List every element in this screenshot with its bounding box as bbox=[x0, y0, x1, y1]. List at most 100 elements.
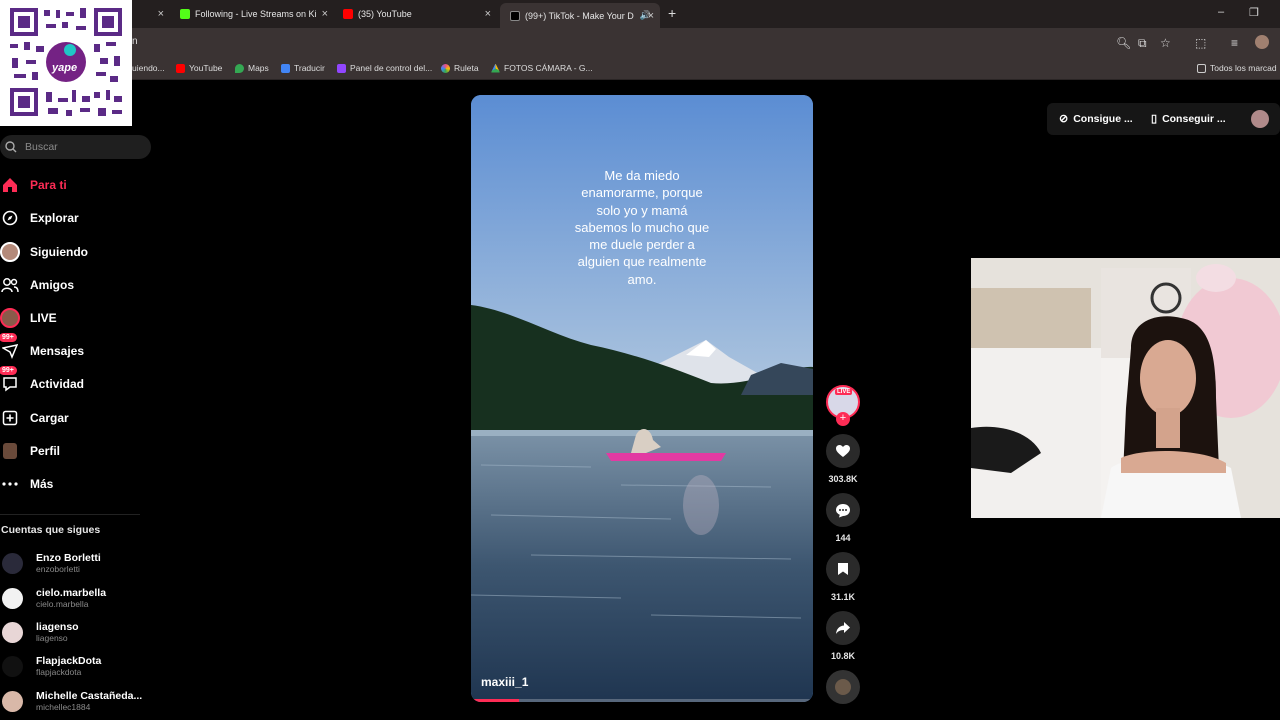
share-button[interactable]: 10.8K bbox=[826, 611, 860, 661]
browser-tabbar: × Following - Live Streams on Ki × (35) … bbox=[0, 0, 1280, 28]
get-app-label: Conseguir ... bbox=[1162, 112, 1226, 125]
followed-account[interactable]: liagenso liagenso bbox=[2, 618, 79, 646]
account-handle: cielo.marbella bbox=[36, 599, 89, 609]
sidebar-item-cargar[interactable]: Cargar bbox=[0, 406, 69, 430]
followed-account[interactable]: Michelle Castañeda... michellec1884 bbox=[2, 687, 142, 715]
top-right-toolbar: ⊘ Consigue ... ▯ Conseguir ... bbox=[1047, 103, 1280, 135]
tiktok-icon bbox=[510, 10, 520, 21]
bookmark-item[interactable]: uiendo... bbox=[132, 63, 165, 73]
sidebar-item-live[interactable]: LIVE bbox=[0, 306, 57, 330]
more-icon bbox=[0, 474, 20, 494]
sidebar-item-explorar[interactable]: Explorar bbox=[0, 206, 79, 230]
webcam-overlay bbox=[971, 258, 1280, 518]
bookmark-item[interactable]: FOTOS CÁMARA - G... bbox=[491, 63, 593, 73]
coin-icon: ⊘ bbox=[1059, 113, 1069, 125]
tab-close-icon[interactable]: × bbox=[648, 10, 654, 22]
creator-avatar-live[interactable]: LIVE + bbox=[826, 385, 860, 426]
tab-close-icon[interactable]: × bbox=[485, 8, 491, 20]
sidebar-item-label: Amigos bbox=[30, 278, 75, 292]
bookmark-label: Maps bbox=[248, 63, 269, 73]
sidebar-item-para-ti[interactable]: Para ti bbox=[0, 173, 67, 197]
bookmark-label: FOTOS CÁMARA - G... bbox=[504, 63, 593, 73]
sidebar-item-actividad[interactable]: 99+ Actividad bbox=[0, 366, 84, 396]
profile-avatar-icon[interactable] bbox=[1255, 35, 1269, 49]
followed-account[interactable]: cielo.marbella cielo.marbella bbox=[2, 584, 106, 612]
live-avatar-icon bbox=[0, 308, 20, 328]
kick-icon bbox=[180, 9, 190, 19]
upload-icon bbox=[0, 408, 20, 428]
save-button[interactable]: 31.1K bbox=[826, 552, 860, 602]
bookmark-item[interactable]: YouTube bbox=[176, 63, 222, 73]
profile-icon bbox=[0, 441, 20, 461]
avatar bbox=[2, 690, 23, 712]
install-app-icon[interactable]: ⧉ bbox=[1138, 36, 1147, 51]
search-input[interactable]: Buscar bbox=[0, 135, 151, 159]
yape-logo-text: yape bbox=[52, 62, 78, 74]
bookmark-item[interactable]: Maps bbox=[235, 63, 269, 73]
following-avatar-icon bbox=[0, 242, 20, 262]
extensions-icon[interactable]: ⬚ bbox=[1195, 36, 1206, 50]
video-progress-bar[interactable] bbox=[471, 699, 813, 702]
video-player[interactable]: Me da miedo enamorarme, porque solo yo y… bbox=[471, 95, 813, 702]
tab-close-icon[interactable]: × bbox=[322, 8, 328, 20]
reading-list-icon[interactable]: ≡ bbox=[1231, 36, 1238, 50]
zoom-icon[interactable]: 🔍︎ bbox=[1116, 36, 1131, 50]
account-name: Michelle Castañeda... bbox=[36, 690, 143, 702]
bookmark-item[interactable]: Panel de control del... bbox=[337, 63, 432, 73]
tab-kick[interactable]: Following - Live Streams on Ki × bbox=[180, 4, 328, 24]
following-accounts-title: Cuentas que sigues bbox=[1, 524, 101, 536]
tab-youtube[interactable]: (35) YouTube × bbox=[343, 4, 491, 24]
get-coins-button[interactable]: ⊘ Consigue ... bbox=[1059, 112, 1133, 126]
tab-1[interactable]: × bbox=[144, 4, 164, 24]
like-button[interactable]: 303.8K bbox=[826, 434, 860, 484]
follow-plus-button[interactable]: + bbox=[836, 412, 850, 426]
sidebar-item-label: Cargar bbox=[30, 411, 69, 425]
wheel-icon bbox=[441, 63, 450, 73]
sidebar-item-label: Para ti bbox=[30, 178, 67, 192]
new-tab-button[interactable]: + bbox=[668, 5, 676, 21]
sidebar-item-mas[interactable]: Más bbox=[0, 472, 53, 496]
notification-badge: 99+ bbox=[0, 333, 17, 342]
tab-title: Following - Live Streams on Ki bbox=[195, 9, 317, 19]
bookmark-label: Panel de control del... bbox=[350, 63, 433, 73]
account-handle: michellec1884 bbox=[36, 702, 91, 712]
restore-button[interactable]: ❐ bbox=[1249, 6, 1259, 19]
get-app-button[interactable]: ▯ Conseguir ... bbox=[1151, 112, 1226, 126]
video-author[interactable]: maxiii_1 bbox=[481, 675, 528, 689]
share-count: 10.8K bbox=[830, 651, 856, 661]
sidebar-item-mensajes[interactable]: 99+ Mensajes bbox=[0, 333, 85, 363]
bookmark-item[interactable]: Ruleta bbox=[441, 63, 479, 73]
share-icon bbox=[826, 611, 860, 645]
sidebar-item-amigos[interactable]: Amigos bbox=[0, 273, 74, 297]
bookmarks-bar: uiendo... YouTube Maps Traducir Panel de… bbox=[0, 58, 1280, 80]
all-bookmarks-label: Todos los marcad bbox=[1210, 63, 1277, 73]
all-bookmarks[interactable]: Todos los marcad bbox=[1197, 63, 1277, 73]
tab-tiktok[interactable]: (99+) TikTok - Make Your D 🔊 × bbox=[500, 3, 660, 28]
bookmark-star-icon[interactable]: ☆ bbox=[1160, 36, 1171, 50]
tab-title: (99+) TikTok - Make Your D bbox=[525, 10, 634, 21]
user-avatar[interactable] bbox=[1251, 110, 1269, 128]
folder-icon bbox=[1197, 63, 1206, 73]
bookmark-item[interactable]: Traducir bbox=[281, 63, 325, 73]
address-bar[interactable]: n 🔍︎ ⧉ ☆ ⬚ ≡ bbox=[0, 28, 1280, 58]
tab-close-icon[interactable]: × bbox=[158, 8, 164, 20]
search-icon bbox=[5, 141, 17, 153]
comment-icon bbox=[826, 493, 860, 527]
like-count: 303.8K bbox=[828, 474, 858, 484]
followed-account[interactable]: Enzo Borletti enzoborletti bbox=[2, 549, 101, 577]
sidebar-item-perfil[interactable]: Perfil bbox=[0, 439, 60, 463]
translate-icon bbox=[281, 63, 290, 73]
comment-button[interactable]: 144 bbox=[826, 493, 860, 543]
messages-icon: 99+ bbox=[0, 333, 20, 361]
followed-account[interactable]: FlapjackDota flapjackdota bbox=[2, 652, 101, 680]
sidebar-item-siguiendo[interactable]: Siguiendo bbox=[0, 240, 88, 264]
save-count: 31.1K bbox=[830, 592, 856, 602]
minimize-button[interactable]: – bbox=[1218, 6, 1224, 18]
sidebar-item-label: Mensajes bbox=[30, 344, 85, 358]
avatar bbox=[2, 621, 23, 643]
youtube-icon bbox=[343, 9, 353, 19]
sound-disc-button[interactable] bbox=[826, 670, 860, 704]
sidebar-item-label: Explorar bbox=[30, 211, 79, 225]
address-text[interactable]: n bbox=[132, 36, 138, 47]
sidebar-item-label: Más bbox=[30, 477, 54, 491]
